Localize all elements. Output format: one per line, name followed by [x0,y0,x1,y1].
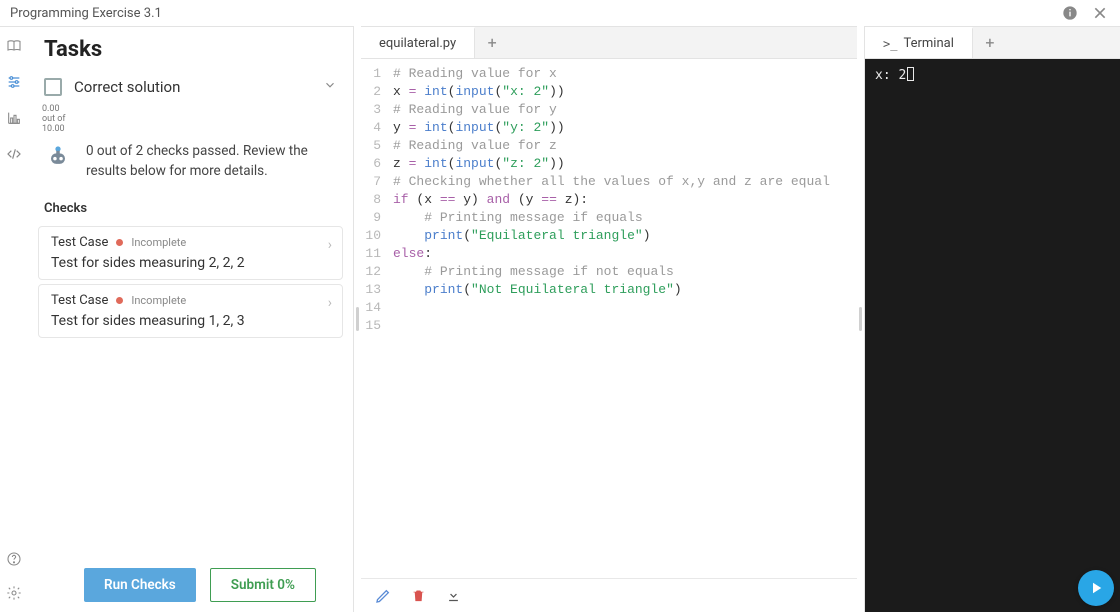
book-icon[interactable] [5,37,23,55]
titlebar: Programming Exercise 3.1 [0,0,1120,26]
terminal-panel: >_ Terminal + x: 2 [864,26,1120,612]
info-icon[interactable] [1060,3,1080,23]
check-description: Test for sides measuring 1, 2, 3 [51,313,330,329]
task-score: 0.00 out of 10.00 [28,104,353,134]
terminal-tab-label: Terminal [903,36,953,51]
terminal-cursor [907,67,914,81]
checks-heading: Checks [28,195,353,222]
task-item[interactable]: Correct solution [28,70,353,104]
new-terminal-button[interactable]: + [973,27,1007,58]
status-dot-icon [116,297,123,304]
sliders-icon[interactable] [5,73,23,91]
new-tab-button[interactable]: + [475,27,509,58]
check-name: Test Case [51,293,108,308]
editor-panel: equilateral.py + 123456789101112131415 #… [361,26,857,612]
check-description: Test for sides measuring 2, 2, 2 [51,255,330,271]
chevron-right-icon: › [328,295,332,311]
terminal-prompt-icon: >_ [883,37,897,51]
tasks-panel: Tasks Correct solution 0.00 out of 10.00… [28,26,354,612]
left-rail [0,26,28,612]
task-checkbox[interactable] [44,78,62,96]
robot-icon [44,142,72,170]
submit-button[interactable]: Submit 0% [210,568,316,602]
code-content[interactable]: # Reading value for xx = int(input("x: 2… [387,59,857,578]
terminal-body[interactable]: x: 2 [865,59,1120,612]
download-icon[interactable] [446,588,461,603]
feedback-message: 0 out of 2 checks passed. Review the res… [86,142,337,181]
tasks-heading: Tasks [28,27,353,70]
terminal-tab[interactable]: >_ Terminal [865,27,973,58]
close-icon[interactable] [1090,3,1110,23]
feedback-row: 0 out of 2 checks passed. Review the res… [28,134,353,195]
tasks-footer: Run Checks Submit 0% [28,558,353,612]
panel-resize-handle[interactable] [857,26,864,612]
terminal-tabbar: >_ Terminal + [865,27,1120,59]
chevron-right-icon: › [328,237,332,253]
check-name: Test Case [51,235,108,250]
trash-icon[interactable] [411,588,426,603]
check-status: Incomplete [131,294,186,307]
code-icon[interactable] [5,145,23,163]
check-status: Incomplete [131,236,186,249]
task-title: Correct solution [74,78,311,96]
check-card[interactable]: Test Case Incomplete Test for sides measur… [38,284,343,338]
terminal-output: x: 2 [875,68,906,83]
gear-icon[interactable] [5,584,23,602]
check-card[interactable]: Test Case Incomplete Test for sides measur… [38,226,343,280]
chart-icon[interactable] [5,109,23,127]
window-title: Programming Exercise 3.1 [10,6,162,21]
editor-tab[interactable]: equilateral.py [361,27,475,58]
edit-icon[interactable] [375,588,391,604]
code-editor[interactable]: 123456789101112131415 # Reading value fo… [361,59,857,578]
run-checks-button[interactable]: Run Checks [84,568,196,602]
status-dot-icon [116,239,123,246]
editor-toolbar [361,578,857,612]
help-icon[interactable] [5,550,23,568]
editor-tabbar: equilateral.py + [361,27,857,59]
line-gutter: 123456789101112131415 [361,59,387,578]
run-button[interactable] [1078,570,1114,606]
panel-resize-handle[interactable] [354,26,361,612]
editor-tab-label: equilateral.py [379,36,456,51]
chevron-down-icon [323,78,337,96]
